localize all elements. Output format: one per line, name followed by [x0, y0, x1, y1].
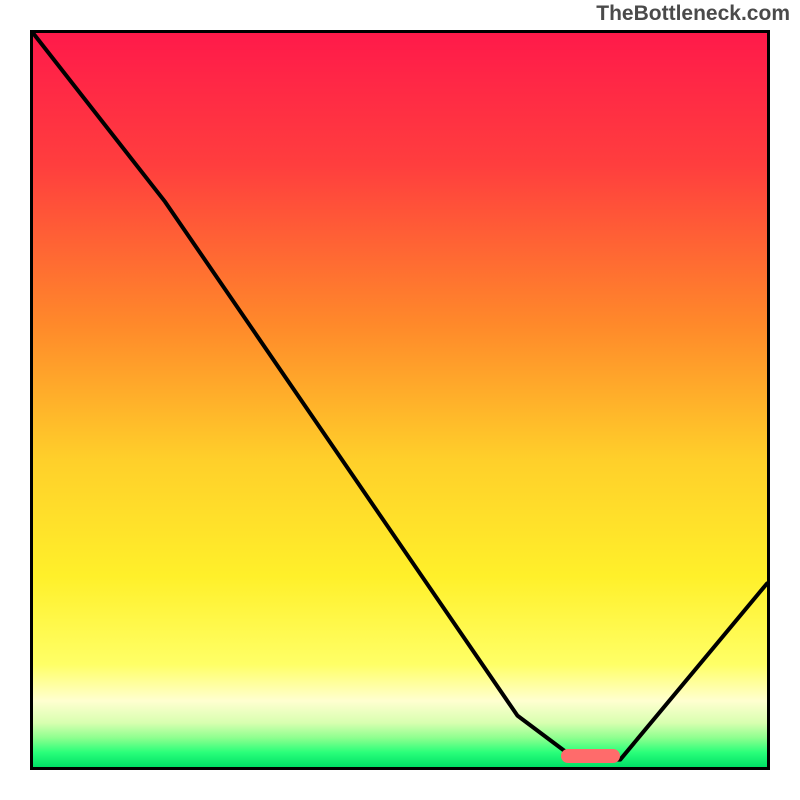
- chart-curve: [33, 33, 767, 767]
- optimal-range-marker: [561, 749, 620, 763]
- chart-plot-area: [30, 30, 770, 770]
- watermark-text: TheBottleneck.com: [596, 2, 790, 26]
